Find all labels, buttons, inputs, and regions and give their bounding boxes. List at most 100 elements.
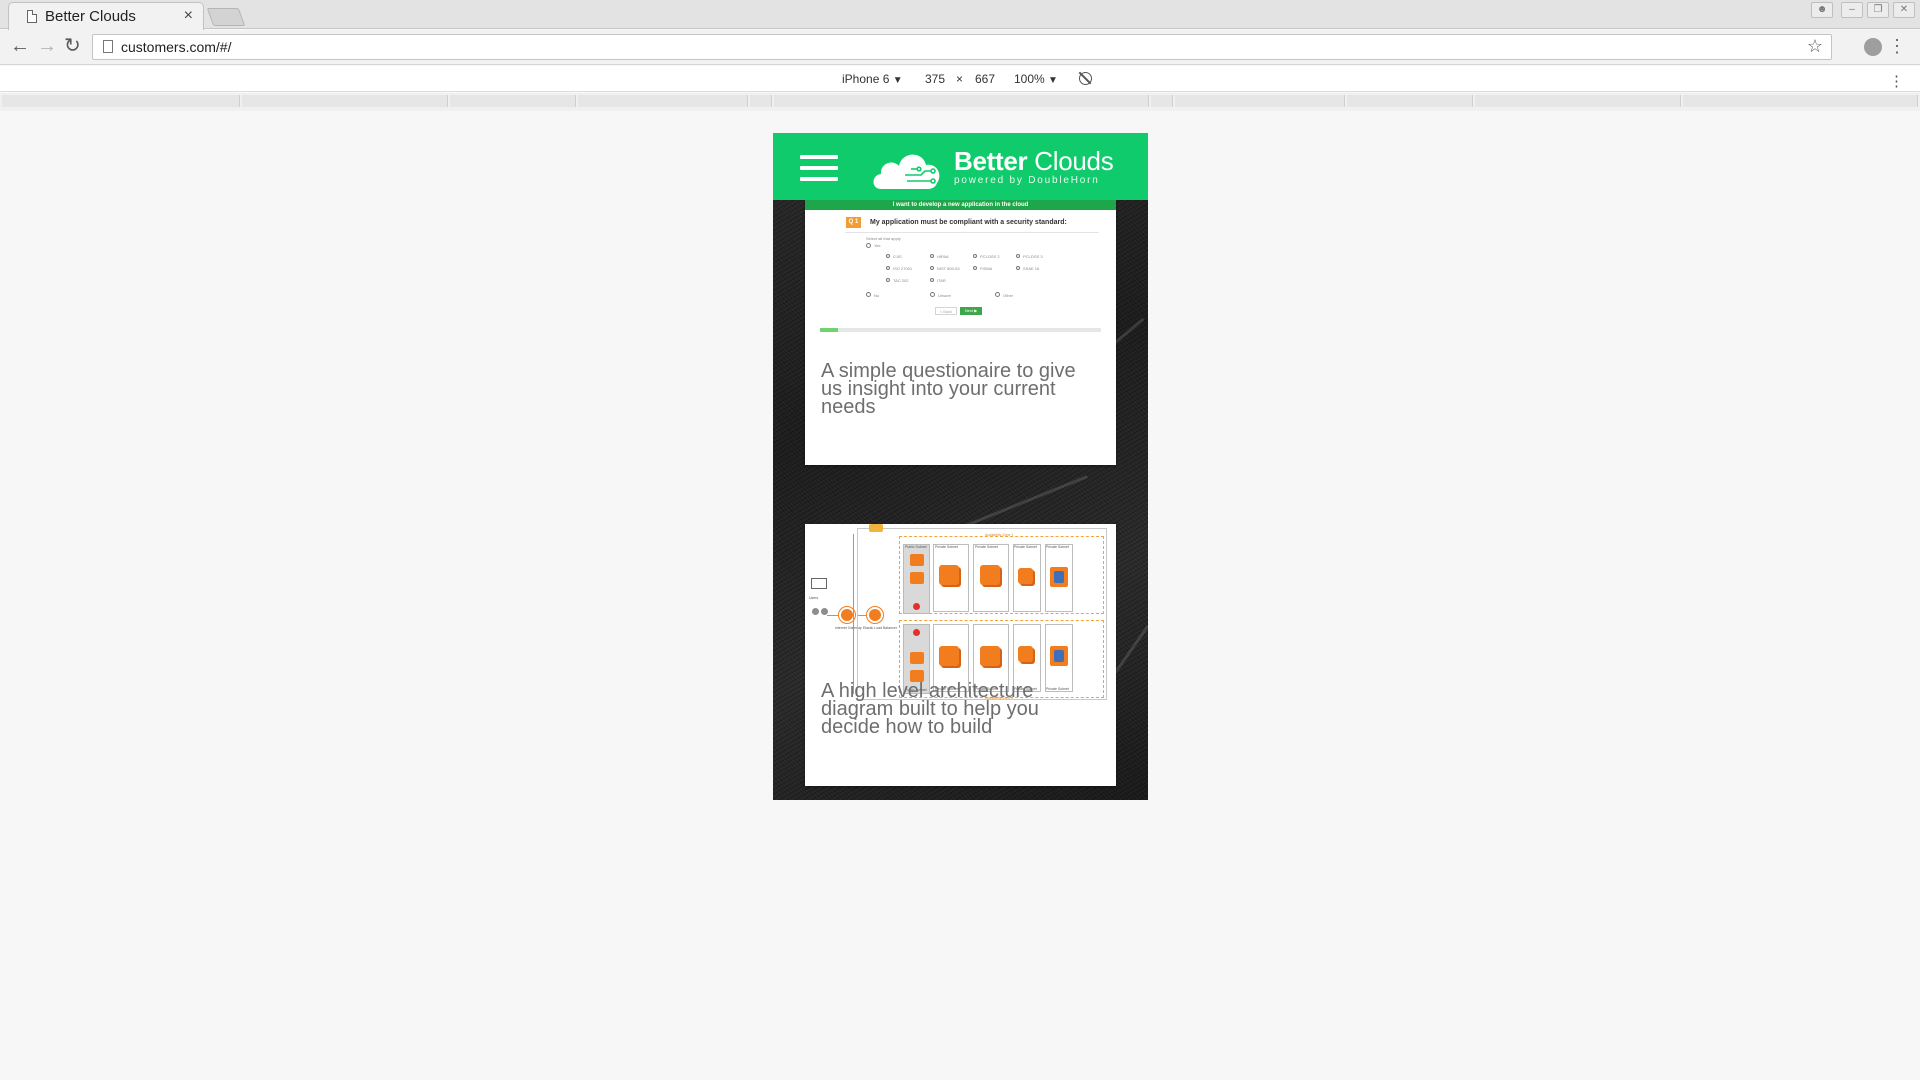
address-bar[interactable]: customers.com/#/ ☆ (92, 34, 1832, 60)
device-select[interactable]: iPhone 6 ▼ (842, 72, 903, 86)
checkbox[interactable] (973, 254, 977, 258)
new-tab-button[interactable] (206, 8, 246, 26)
checkbox[interactable] (930, 254, 934, 258)
rotate-icon[interactable] (1079, 72, 1092, 85)
url-text[interactable]: customers.com/#/ (121, 39, 231, 55)
media-query-segment[interactable] (774, 95, 1149, 107)
checkbox[interactable] (930, 278, 934, 282)
option-label: TAC 202 (893, 278, 909, 283)
device-name: iPhone 6 (842, 72, 890, 86)
browser-tab[interactable]: Better Clouds × (8, 2, 204, 30)
brand-name-light: Clouds (1034, 146, 1114, 176)
media-query-segment[interactable] (1347, 95, 1473, 107)
private-subnet-label: Private Subnet (975, 545, 998, 549)
vertical-dots-icon[interactable]: ⋮ (1889, 72, 1904, 90)
option-label: PCI-DSS 3 (1023, 254, 1043, 259)
star-icon[interactable]: ☆ (1807, 36, 1823, 57)
database-icon (1050, 567, 1068, 587)
nat-instance-icon (910, 554, 924, 566)
checkbox[interactable] (886, 254, 890, 258)
media-query-segment[interactable] (242, 95, 448, 107)
page-info-icon[interactable] (103, 40, 113, 53)
zoom-select[interactable]: 100% ▼ (1014, 72, 1058, 86)
feature-card-questionnaire[interactable]: I want to develop a new application in t… (805, 185, 1116, 465)
private-subnet-label: Private Subnet (1046, 545, 1069, 549)
checkbox[interactable] (1016, 266, 1020, 270)
radio-other[interactable] (995, 292, 1000, 297)
option-label: HIPAA (937, 254, 949, 259)
checkbox[interactable] (1016, 254, 1020, 258)
vertical-dots-icon[interactable]: ⋮ (1888, 36, 1906, 56)
private-subnet-label: Private Subnet (1014, 545, 1037, 549)
public-subnet-label: Public Subnet (905, 545, 927, 549)
extension-icon[interactable] (1864, 38, 1882, 56)
restore-icon[interactable]: ❐ (1867, 2, 1889, 18)
option-label: FISMA (980, 266, 993, 271)
radio-unsure[interactable] (930, 292, 935, 297)
forward-arrow-icon[interactable]: → (37, 36, 57, 56)
option-label: No (874, 293, 880, 298)
option-label: CJIS (893, 254, 902, 259)
questionnaire-progress-bar (820, 328, 1101, 332)
connector-line (827, 615, 839, 616)
radio-no[interactable] (866, 292, 871, 297)
profile-icon[interactable]: ☻ (1811, 2, 1833, 18)
hamburger-menu-icon[interactable] (800, 155, 838, 181)
chevron-down-icon: ▼ (1048, 75, 1058, 86)
device-viewport: Better Clouds powered by DoubleHorn I wa… (773, 133, 1148, 800)
web-server-icon (980, 646, 1000, 666)
reload-icon[interactable]: ↻ (64, 36, 81, 56)
next-button[interactable]: Next ▶ (960, 307, 982, 315)
media-query-segment[interactable] (1175, 95, 1345, 107)
checkbox[interactable] (930, 266, 934, 270)
brand-logo: Better Clouds powered by DoubleHorn (954, 146, 1114, 186)
window-close-icon[interactable]: ✕ (1893, 2, 1915, 18)
option-label: PCI-DSS 2 (980, 254, 1000, 259)
back-button[interactable]: < Back (935, 307, 957, 315)
option-label: Other (1003, 293, 1014, 298)
checkbox[interactable] (886, 278, 890, 282)
nat-instance-icon (910, 652, 924, 664)
question-number: Q 1 (846, 217, 861, 228)
tab-close-button[interactable]: × (184, 7, 193, 25)
media-query-segment[interactable] (578, 95, 748, 107)
media-query-segment[interactable] (1683, 95, 1918, 107)
viewport-width[interactable]: 375 (925, 72, 945, 86)
brand-name-bold: Better (954, 146, 1028, 176)
browser-toolbar: ← → ↻ customers.com/#/ ☆ ⋮ (0, 30, 1920, 65)
media-query-segment[interactable] (1475, 95, 1681, 107)
users-label: Users (809, 596, 819, 600)
option-label: Unsure (938, 293, 951, 298)
media-query-segment[interactable] (1151, 95, 1173, 107)
divider (845, 232, 1099, 233)
feature-card-architecture[interactable]: Users Internet Gateway Elastic Load Bala… (805, 524, 1116, 786)
option-label: Yes (874, 243, 881, 248)
web-server-icon (980, 565, 1000, 585)
tab-strip: Better Clouds × ☻ – ❐ ✕ (0, 0, 1920, 30)
page-icon (27, 10, 37, 23)
checkbox[interactable] (886, 266, 890, 270)
back-arrow-icon[interactable]: ← (10, 36, 30, 56)
laptop-icon (811, 578, 827, 589)
radio-yes[interactable] (866, 243, 871, 248)
question-hint: Select all that apply (866, 236, 901, 241)
data-server-icon (1018, 646, 1033, 662)
viewport-height[interactable]: 667 (975, 72, 995, 86)
media-query-segment[interactable] (450, 95, 576, 107)
alert-dot-icon (913, 629, 920, 636)
option-label: NIST 800-53 (937, 266, 960, 271)
az1-label: Availability Zone 1 (985, 533, 1014, 537)
option-label: ISO 27001 (893, 266, 913, 271)
media-query-segment[interactable] (2, 95, 240, 107)
brand-tagline: powered by DoubleHorn (954, 175, 1100, 186)
app-server-icon (939, 565, 959, 585)
bastion-instance-icon (910, 572, 924, 584)
card-caption: A simple questionaire to give us insight… (821, 360, 1076, 418)
user-icon (821, 608, 828, 615)
option-label: ITAR (937, 278, 946, 283)
option-label: SSAE 16 (1023, 266, 1040, 271)
checkbox[interactable] (973, 266, 977, 270)
questionnaire-banner: I want to develop a new application in t… (805, 200, 1116, 210)
minimize-icon[interactable]: – (1841, 2, 1863, 18)
media-query-segment[interactable] (750, 95, 772, 107)
